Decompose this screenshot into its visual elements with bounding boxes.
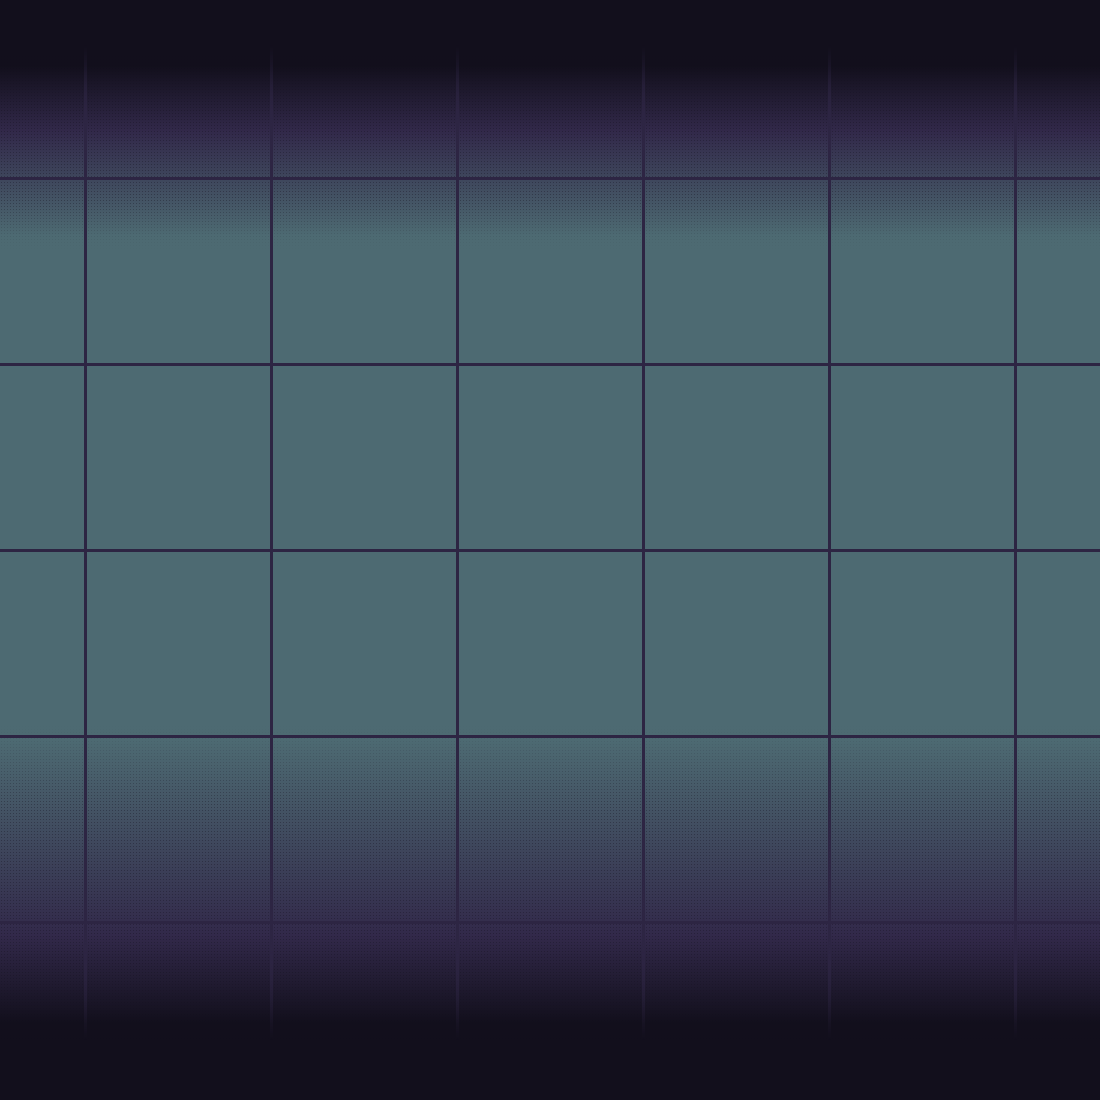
dithered-gradient-grid-background <box>0 0 1100 1100</box>
grid-lines-overlay <box>0 0 1100 1100</box>
